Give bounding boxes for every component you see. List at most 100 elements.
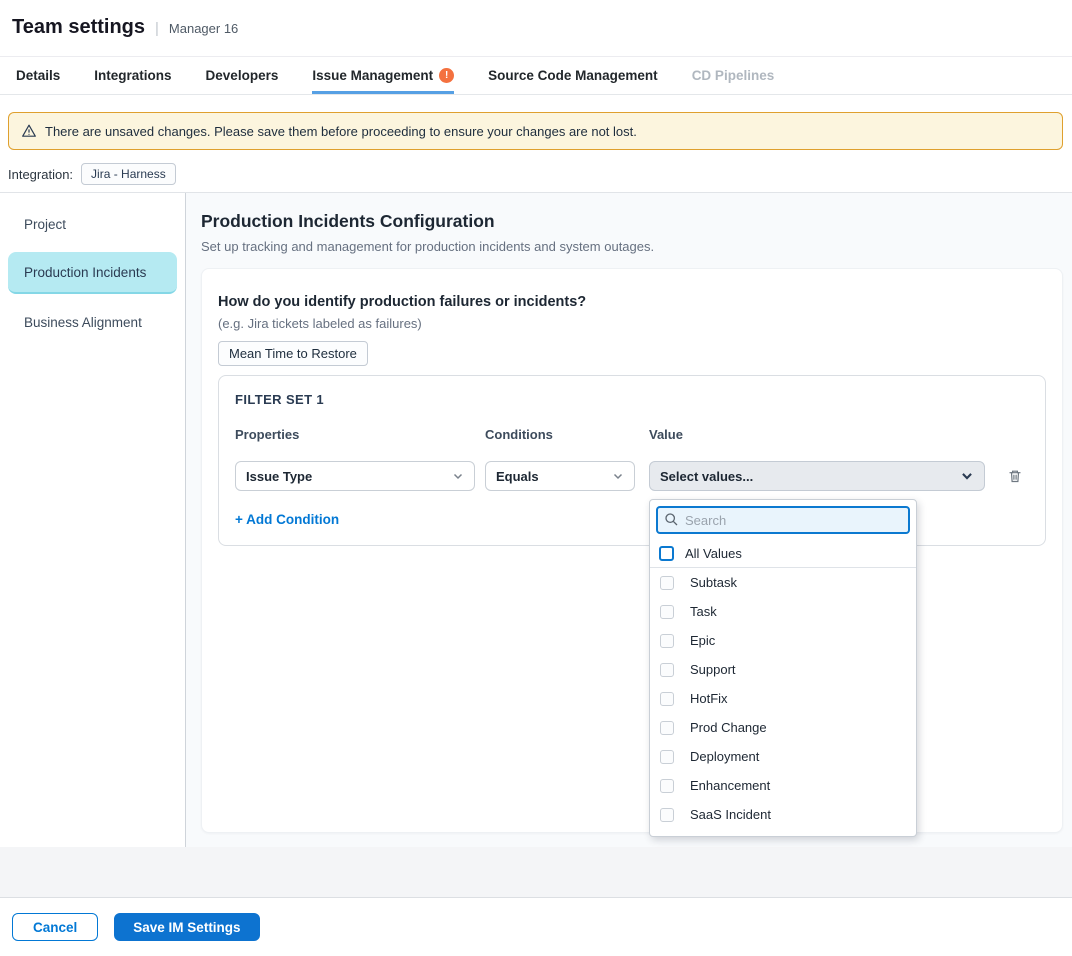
title-divider: |: [155, 20, 159, 37]
cancel-button[interactable]: Cancel: [12, 913, 98, 941]
team-settings-page: Team settings | Manager 16 Details Integ…: [0, 0, 1072, 956]
filter-row: Issue Type Equals: [235, 461, 1029, 491]
sidebar-item-label: Project: [24, 217, 66, 232]
tab-label: Source Code Management: [488, 68, 658, 83]
option-label: Deployment: [690, 749, 759, 764]
tab-label: Developers: [206, 68, 279, 83]
page-header: Team settings | Manager 16: [0, 0, 1072, 57]
integration-chip: Jira - Harness: [81, 163, 176, 185]
save-im-settings-button[interactable]: Save IM Settings: [114, 913, 259, 941]
checkbox-icon[interactable]: [660, 750, 674, 764]
settings-layout: Project Production Incidents Business Al…: [0, 193, 1072, 847]
checkbox-icon[interactable]: [660, 576, 674, 590]
option-label: Enhancement: [690, 778, 770, 793]
tab-cd-pipelines: CD Pipelines: [692, 57, 775, 94]
footer-spacer: [0, 847, 1072, 898]
section-subtitle: Set up tracking and management for produ…: [201, 239, 1063, 254]
option-all-values[interactable]: All Values: [650, 540, 916, 568]
option-epic[interactable]: Epic: [650, 626, 916, 655]
checkbox-icon[interactable]: [660, 837, 674, 838]
option-deployment[interactable]: Deployment: [650, 742, 916, 771]
main-content: Production Incidents Configuration Set u…: [186, 193, 1072, 847]
option-label: SaaS Incident: [690, 807, 771, 822]
value-column-header: Value: [649, 427, 985, 442]
tab-details[interactable]: Details: [16, 57, 60, 94]
add-condition-button[interactable]: + Add Condition: [235, 512, 339, 527]
option-saas-incident[interactable]: SaaS Incident: [650, 800, 916, 829]
delete-filter-button[interactable]: [1007, 468, 1023, 484]
option-support[interactable]: Support: [650, 655, 916, 684]
option-subtask[interactable]: Subtask: [650, 568, 916, 597]
dropdown-search: [656, 506, 910, 534]
section-title: Production Incidents Configuration: [201, 211, 1063, 232]
tab-source-code-management[interactable]: Source Code Management: [488, 57, 658, 94]
footer-actions: Cancel Save IM Settings: [0, 898, 1072, 941]
filter-column-headers: Properties Conditions Value: [235, 427, 1029, 442]
filter-set-title: FILTER SET 1: [235, 392, 1029, 407]
integration-label: Integration:: [8, 167, 73, 182]
option-label: Support: [690, 662, 736, 677]
option-label: Customer Notification: [690, 836, 814, 837]
sidebar-item-label: Business Alignment: [24, 315, 142, 330]
unsaved-warning-badge-icon: !: [439, 68, 454, 83]
checkbox-icon[interactable]: [660, 634, 674, 648]
conditions-column-header: Conditions: [485, 427, 635, 442]
filter-set-1: FILTER SET 1 Properties Conditions Value…: [218, 375, 1046, 546]
checkbox-icon[interactable]: [660, 692, 674, 706]
condition-select-value: Equals: [496, 469, 539, 484]
sidebar-item-production-incidents[interactable]: Production Incidents: [8, 252, 177, 294]
condition-select[interactable]: Equals: [485, 461, 635, 491]
tab-label: Issue Management: [312, 68, 433, 83]
checkbox-icon[interactable]: [660, 605, 674, 619]
option-label: Task: [690, 604, 717, 619]
option-label: Prod Change: [690, 720, 767, 735]
chevron-down-icon: [960, 469, 974, 483]
page-title: Team settings: [12, 16, 145, 39]
tab-label: Integrations: [94, 68, 171, 83]
sidebar-item-label: Production Incidents: [24, 265, 146, 280]
value-multiselect[interactable]: Select values...: [649, 461, 985, 491]
checkbox-icon[interactable]: [660, 779, 674, 793]
option-hotfix[interactable]: HotFix: [650, 684, 916, 713]
incidents-config-card: How do you identify production failures …: [201, 268, 1063, 833]
option-prod-change[interactable]: Prod Change: [650, 713, 916, 742]
trash-icon: [1007, 468, 1023, 484]
chevron-down-icon: [612, 470, 624, 482]
search-input[interactable]: [656, 506, 910, 534]
sidebar-item-project[interactable]: Project: [8, 203, 177, 245]
tab-label: Details: [16, 68, 60, 83]
config-question: How do you identify production failures …: [218, 294, 1046, 310]
checkbox-icon[interactable]: [660, 663, 674, 677]
tab-bar: Details Integrations Developers Issue Ma…: [0, 57, 1072, 95]
tab-integrations[interactable]: Integrations: [94, 57, 171, 94]
option-enhancement[interactable]: Enhancement: [650, 771, 916, 800]
property-select[interactable]: Issue Type: [235, 461, 475, 491]
checkbox-icon[interactable]: [660, 808, 674, 822]
option-customer-notification[interactable]: Customer Notification: [650, 829, 916, 837]
chevron-down-icon: [452, 470, 464, 482]
option-label: All Values: [685, 546, 742, 561]
properties-column-header: Properties: [235, 427, 475, 442]
integration-row: Integration: Jira - Harness: [8, 161, 1072, 187]
team-name: Manager 16: [169, 21, 238, 36]
option-label: Epic: [690, 633, 715, 648]
value-select-placeholder: Select values...: [660, 469, 753, 484]
value-dropdown-panel: All Values Subtask Task: [649, 499, 917, 837]
tab-developers[interactable]: Developers: [206, 57, 279, 94]
tab-issue-management[interactable]: Issue Management !: [312, 57, 454, 94]
config-hint: (e.g. Jira tickets labeled as failures): [218, 316, 1046, 331]
property-select-value: Issue Type: [246, 469, 312, 484]
banner-message: There are unsaved changes. Please save t…: [45, 124, 637, 139]
value-cell: Select values...: [649, 461, 985, 491]
checkbox-icon[interactable]: [659, 546, 674, 561]
search-icon: [664, 512, 679, 532]
sidebar-item-business-alignment[interactable]: Business Alignment: [8, 301, 177, 343]
checkbox-icon[interactable]: [660, 721, 674, 735]
unsaved-changes-banner: There are unsaved changes. Please save t…: [8, 112, 1063, 150]
option-label: Subtask: [690, 575, 737, 590]
metric-chip: Mean Time to Restore: [218, 341, 368, 366]
tab-label: CD Pipelines: [692, 68, 775, 83]
settings-sidebar: Project Production Incidents Business Al…: [0, 193, 186, 847]
option-label: HotFix: [690, 691, 728, 706]
option-task[interactable]: Task: [650, 597, 916, 626]
